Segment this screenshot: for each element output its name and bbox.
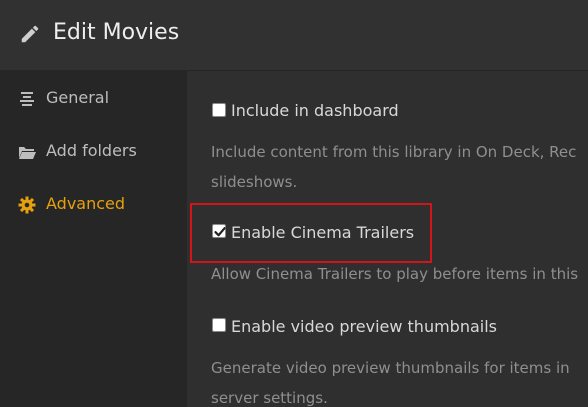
sidebar-item-label: Add folders [46,141,137,160]
enable-video-preview-thumbnails-checkbox[interactable] [212,318,226,332]
list-icon [20,92,34,106]
enable-video-preview-thumbnails-label[interactable]: Enable video preview thumbnails [231,317,497,337]
sidebar-item-label: Advanced [46,194,126,213]
option-description: Generate video preview thumbnails for it… [211,359,570,377]
option-description: Allow Cinema Trailers to play before ite… [211,265,579,283]
sidebar: General Add folders Advanced [0,71,187,407]
folder-icon [19,147,36,159]
highlight-box [190,203,432,263]
include-in-dashboard-checkbox[interactable] [212,103,226,117]
option-description: server settings. [211,389,328,407]
page-header: Edit Movies [0,0,588,71]
page-title: Edit Movies [53,20,180,45]
include-in-dashboard-label[interactable]: Include in dashboard [231,101,399,121]
sidebar-item-advanced[interactable]: Advanced [0,185,187,225]
gear-icon [18,196,36,214]
sidebar-item-general[interactable]: General [0,79,187,119]
option-description: slideshows. [211,173,298,191]
sidebar-item-add-folders[interactable]: Add folders [0,132,187,172]
option-description: Include content from this library in On … [211,143,577,161]
sidebar-item-label: General [46,88,110,107]
pencil-icon [21,25,39,43]
